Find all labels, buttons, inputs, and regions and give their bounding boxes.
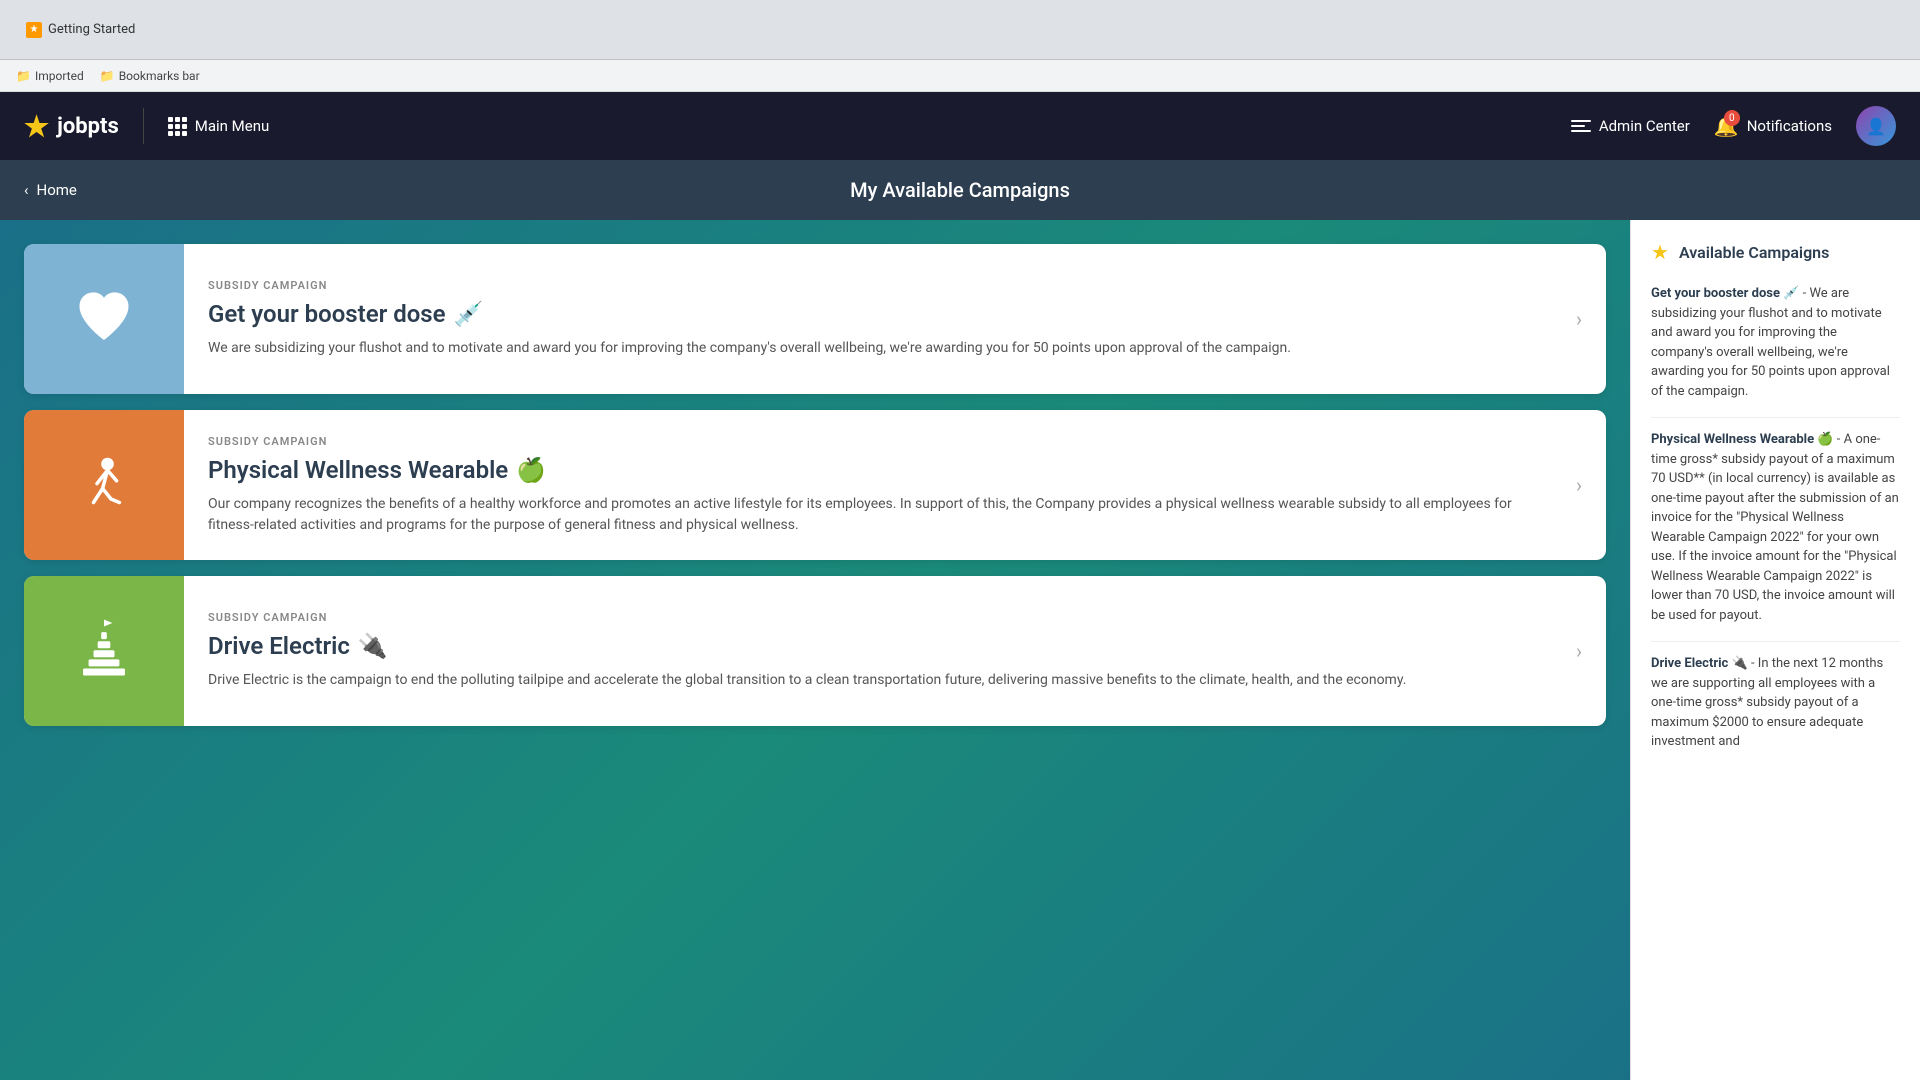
tab-label: Getting Started [48,22,135,37]
sidebar-divider-1 [1651,417,1900,418]
bookmark-bookmarks-bar[interactable]: 📁 Bookmarks bar [100,69,200,83]
campaign-name-booster: Get your booster dose 💉 [208,300,1528,328]
tower-svg [69,616,139,686]
avatar-icon: 👤 [1866,117,1886,136]
campaign-card-wellness[interactable]: SUBSIDY CAMPAIGN Physical Wellness Weara… [24,410,1606,560]
campaign-emoji-booster: 💉 [454,300,484,328]
campaign-body-booster: SUBSIDY CAMPAIGN Get your booster dose 💉… [184,244,1552,394]
browser-chrome: ★ Getting Started [0,0,1920,60]
campaign-card-electric[interactable]: SUBSIDY CAMPAIGN Drive Electric 🔌 Drive … [24,576,1606,726]
sidebar-item-wellness-title: Physical Wellness Wearable 🍏 [1651,432,1834,447]
runner-svg [69,450,139,520]
sidebar: ★ Available Campaigns Get your booster d… [1630,220,1920,1080]
app-header: ★ jobpts Main Menu Admin Center 🔔 0 Noti… [0,92,1920,160]
sidebar-divider-2 [1651,641,1900,642]
header-divider [143,108,144,144]
page-header: ‹ Home My Available Campaigns [0,160,1920,220]
main-menu-button[interactable]: Main Menu [168,117,270,136]
campaign-desc-booster: We are subsidizing your flushot and to m… [208,338,1528,359]
header-right: Admin Center 🔔 0 Notifications 👤 [1571,106,1896,146]
campaign-arrow-electric: › [1552,576,1606,726]
campaign-desc-electric: Drive Electric is the campaign to end th… [208,670,1528,691]
bookmarks-bar: 📁 Imported 📁 Bookmarks bar [0,60,1920,92]
notifications-badge: 0 [1724,110,1740,126]
logo[interactable]: ★ jobpts [24,110,119,143]
notifications-label: Notifications [1747,117,1832,135]
page-title: My Available Campaigns [850,178,1070,202]
folder-icon-2: 📁 [100,69,115,83]
sidebar-item-booster: Get your booster dose 💉 - We are subsidi… [1651,284,1900,401]
browser-tab[interactable]: ★ Getting Started [16,18,145,42]
campaign-name-electric: Drive Electric 🔌 [208,632,1528,660]
campaign-name-wellness-text: Physical Wellness Wearable [208,456,508,484]
campaign-emoji-electric: 🔌 [358,632,388,660]
campaign-emoji-wellness: 🍏 [516,456,546,484]
sidebar-star-icon: ★ [1651,240,1669,264]
admin-center-button[interactable]: Admin Center [1571,117,1690,135]
back-button[interactable]: ‹ Home [24,181,77,199]
sidebar-header: ★ Available Campaigns [1651,240,1900,264]
campaign-icon-electric [24,576,184,726]
bookmark-bar-label: Bookmarks bar [119,69,200,83]
bookmark-imported-label: Imported [35,69,84,83]
campaign-body-electric: SUBSIDY CAMPAIGN Drive Electric 🔌 Drive … [184,576,1552,726]
main-menu-label: Main Menu [195,117,270,135]
campaign-name-booster-text: Get your booster dose [208,300,446,328]
campaign-card-booster[interactable]: SUBSIDY CAMPAIGN Get your booster dose 💉… [24,244,1606,394]
campaign-body-wellness: SUBSIDY CAMPAIGN Physical Wellness Weara… [184,410,1552,560]
favicon-icon: ★ [26,22,42,38]
logo-star-icon: ★ [24,110,49,143]
sidebar-item-booster-desc: - We are subsidizing your flushot and to… [1651,286,1890,399]
sidebar-item-electric: Drive Electric 🔌 - In the next 12 months… [1651,654,1900,752]
campaign-name-wellness: Physical Wellness Wearable 🍏 [208,456,1528,484]
campaign-icon-booster [24,244,184,394]
campaign-type-booster: SUBSIDY CAMPAIGN [208,279,1528,292]
sidebar-item-electric-title: Drive Electric 🔌 [1651,656,1748,671]
campaign-icon-wellness [24,410,184,560]
sliders-icon [1571,120,1591,132]
logo-text: jobpts [57,114,119,139]
campaign-list: SUBSIDY CAMPAIGN Get your booster dose 💉… [0,220,1630,1080]
main-content: SUBSIDY CAMPAIGN Get your booster dose 💉… [0,220,1920,1080]
header-left: ★ jobpts Main Menu [24,108,269,144]
bookmark-imported[interactable]: 📁 Imported [16,69,84,83]
campaign-type-electric: SUBSIDY CAMPAIGN [208,611,1528,624]
campaign-desc-wellness: Our company recognizes the benefits of a… [208,494,1528,536]
sidebar-item-booster-title: Get your booster dose 💉 [1651,286,1799,301]
notifications-button[interactable]: 🔔 0 Notifications [1714,114,1832,138]
back-arrow-icon: ‹ [24,181,29,199]
sidebar-item-wellness-desc: - A one-time gross* subsidy payout of a … [1651,432,1899,623]
admin-center-label: Admin Center [1599,117,1690,135]
campaign-name-electric-text: Drive Electric [208,632,350,660]
campaign-type-wellness: SUBSIDY CAMPAIGN [208,435,1528,448]
sidebar-title: Available Campaigns [1679,243,1829,262]
campaign-arrow-wellness: › [1552,410,1606,560]
heart-svg [69,284,139,354]
grid-icon [168,117,187,136]
back-label: Home [37,181,77,199]
folder-icon: 📁 [16,69,31,83]
campaign-arrow-booster: › [1552,244,1606,394]
sidebar-item-wellness: Physical Wellness Wearable 🍏 - A one-tim… [1651,430,1900,625]
avatar[interactable]: 👤 [1856,106,1896,146]
